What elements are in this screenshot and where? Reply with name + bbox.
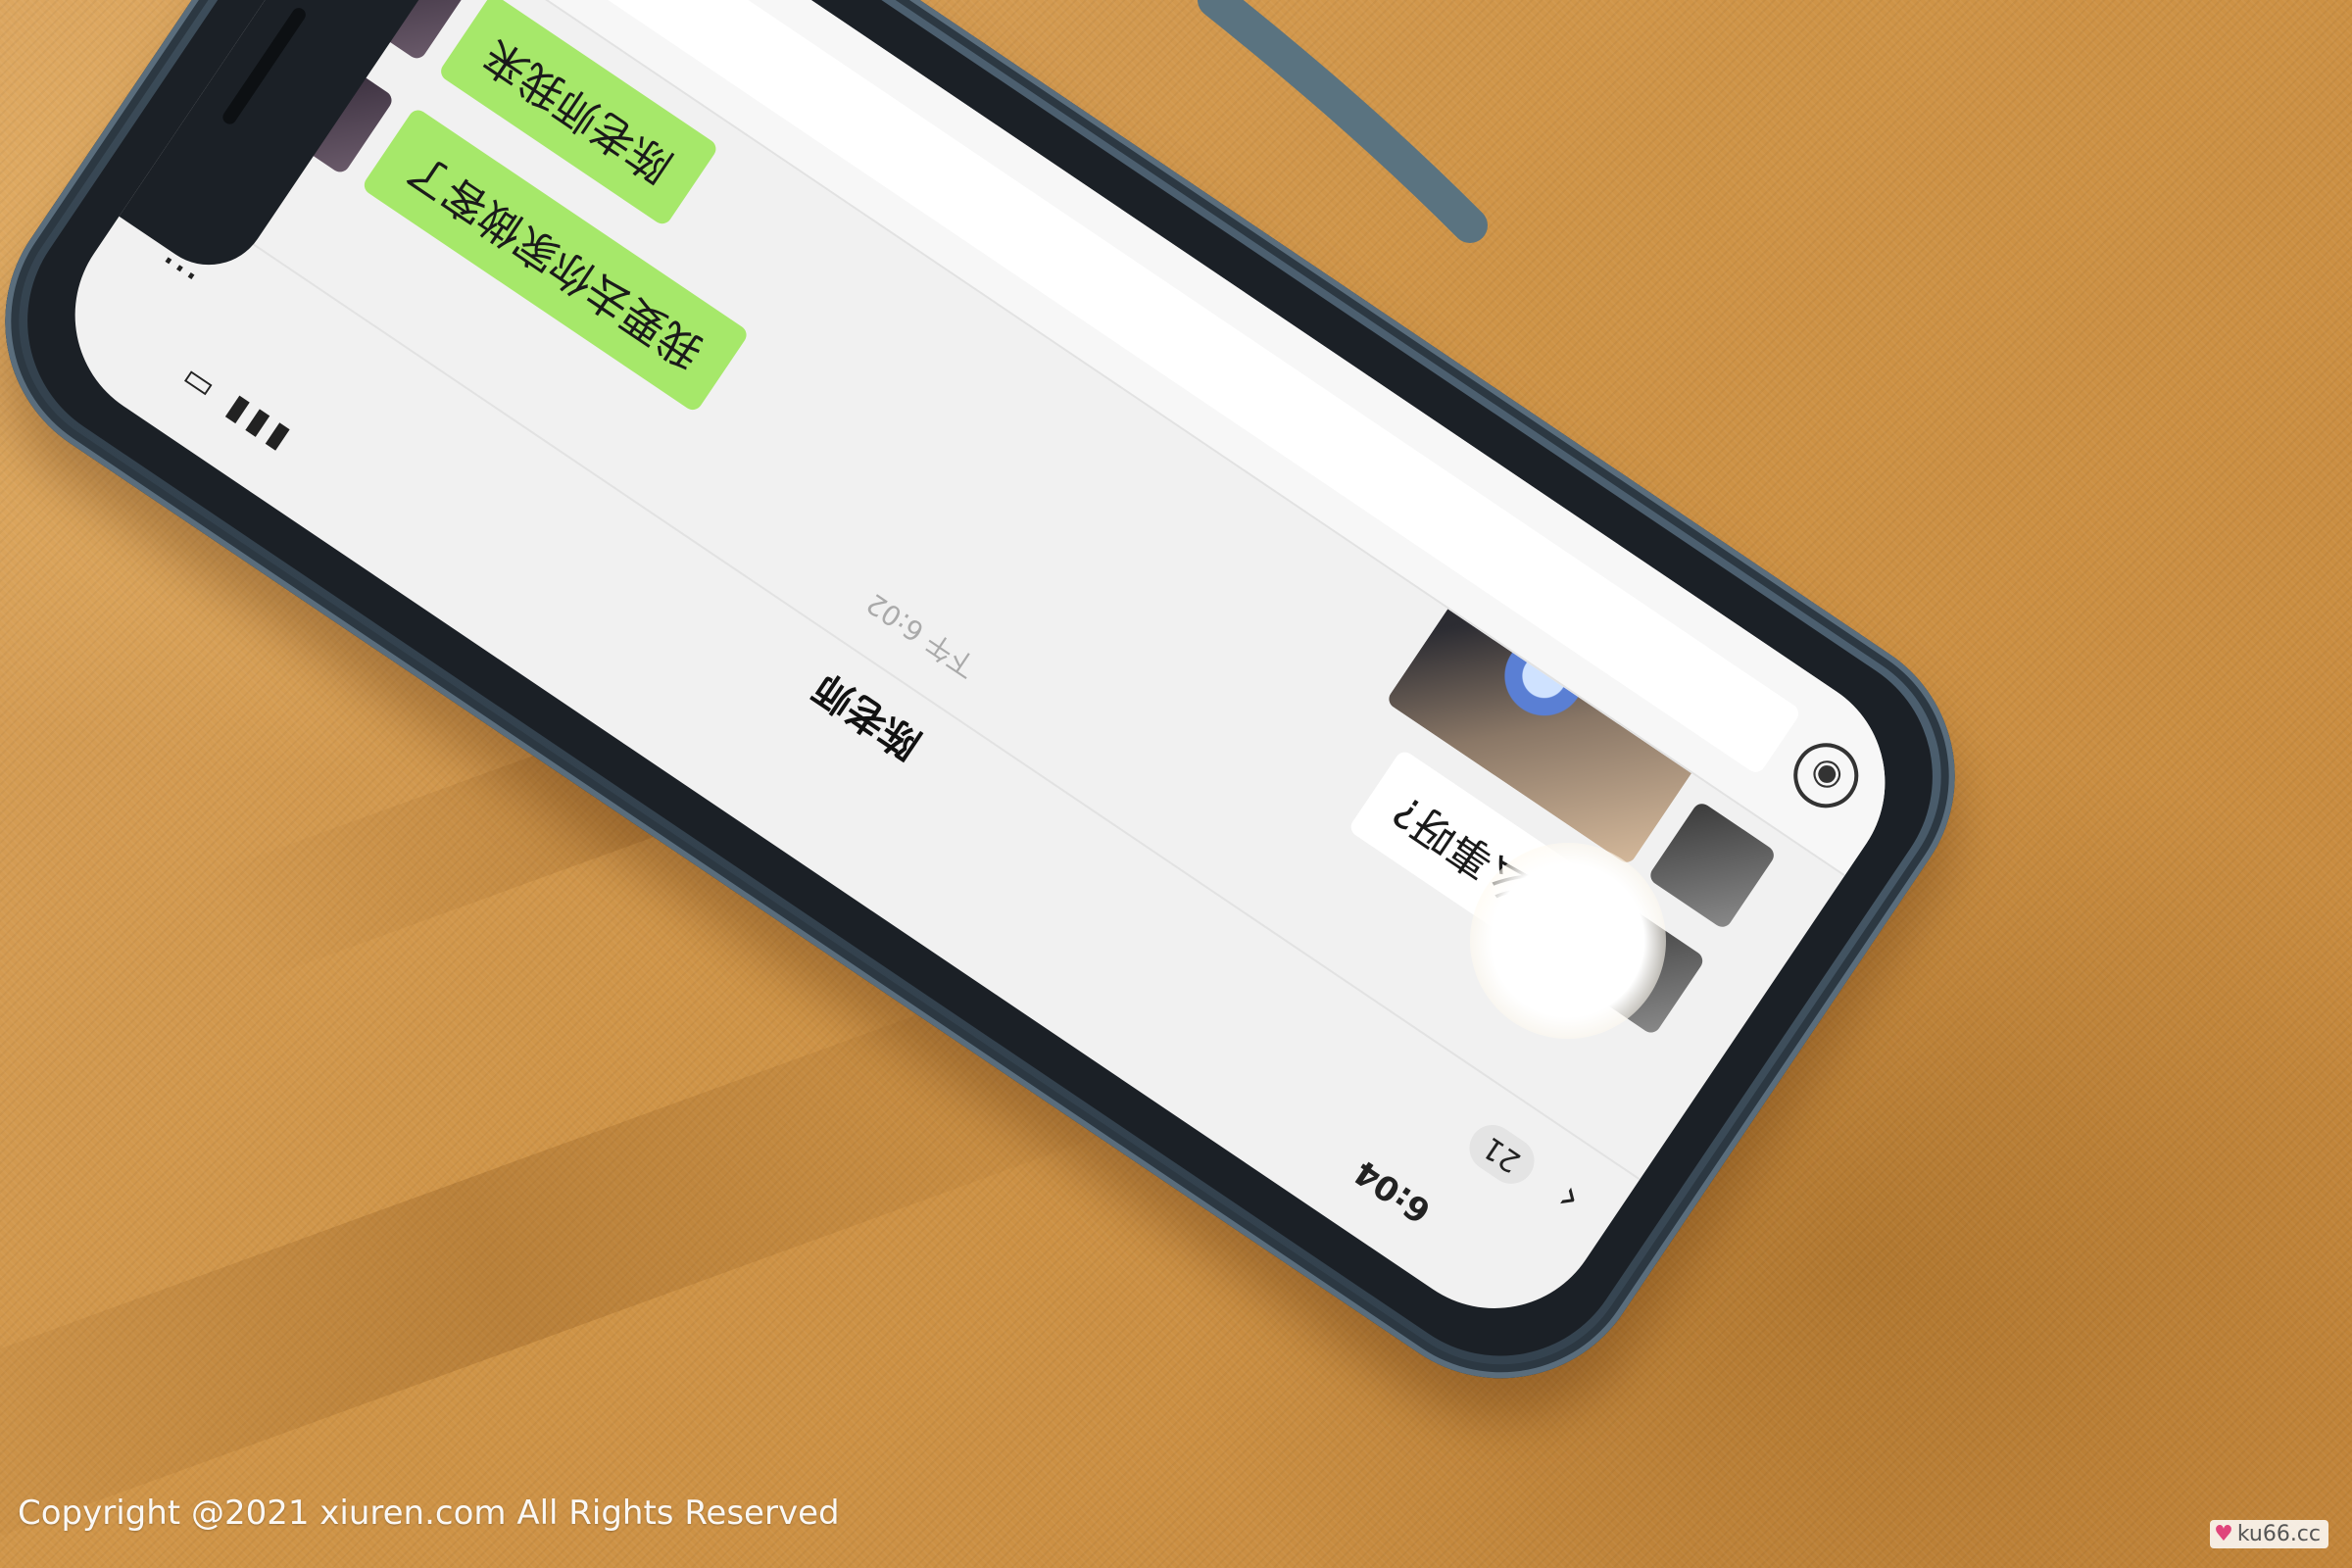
site-watermark-text: ku66.cc — [2236, 1522, 2321, 1546]
earpiece-speaker — [220, 5, 309, 127]
voice-icon[interactable]: ◉ — [1781, 730, 1872, 821]
site-watermark: ♥ ku66.cc — [2210, 1520, 2328, 1548]
avatar[interactable] — [1646, 800, 1778, 931]
photo-scene: 6:04 ▮▮▮ ▭ ‹ 21 陈老师 ··· 下午 6:02 我要去你家做客了 — [0, 0, 2352, 1568]
heart-icon: ♥ — [2214, 1522, 2233, 1546]
copyright-watermark: Copyright @2021 xiuren.com All Rights Re… — [18, 1494, 840, 1533]
light-glare — [1470, 843, 1666, 1039]
